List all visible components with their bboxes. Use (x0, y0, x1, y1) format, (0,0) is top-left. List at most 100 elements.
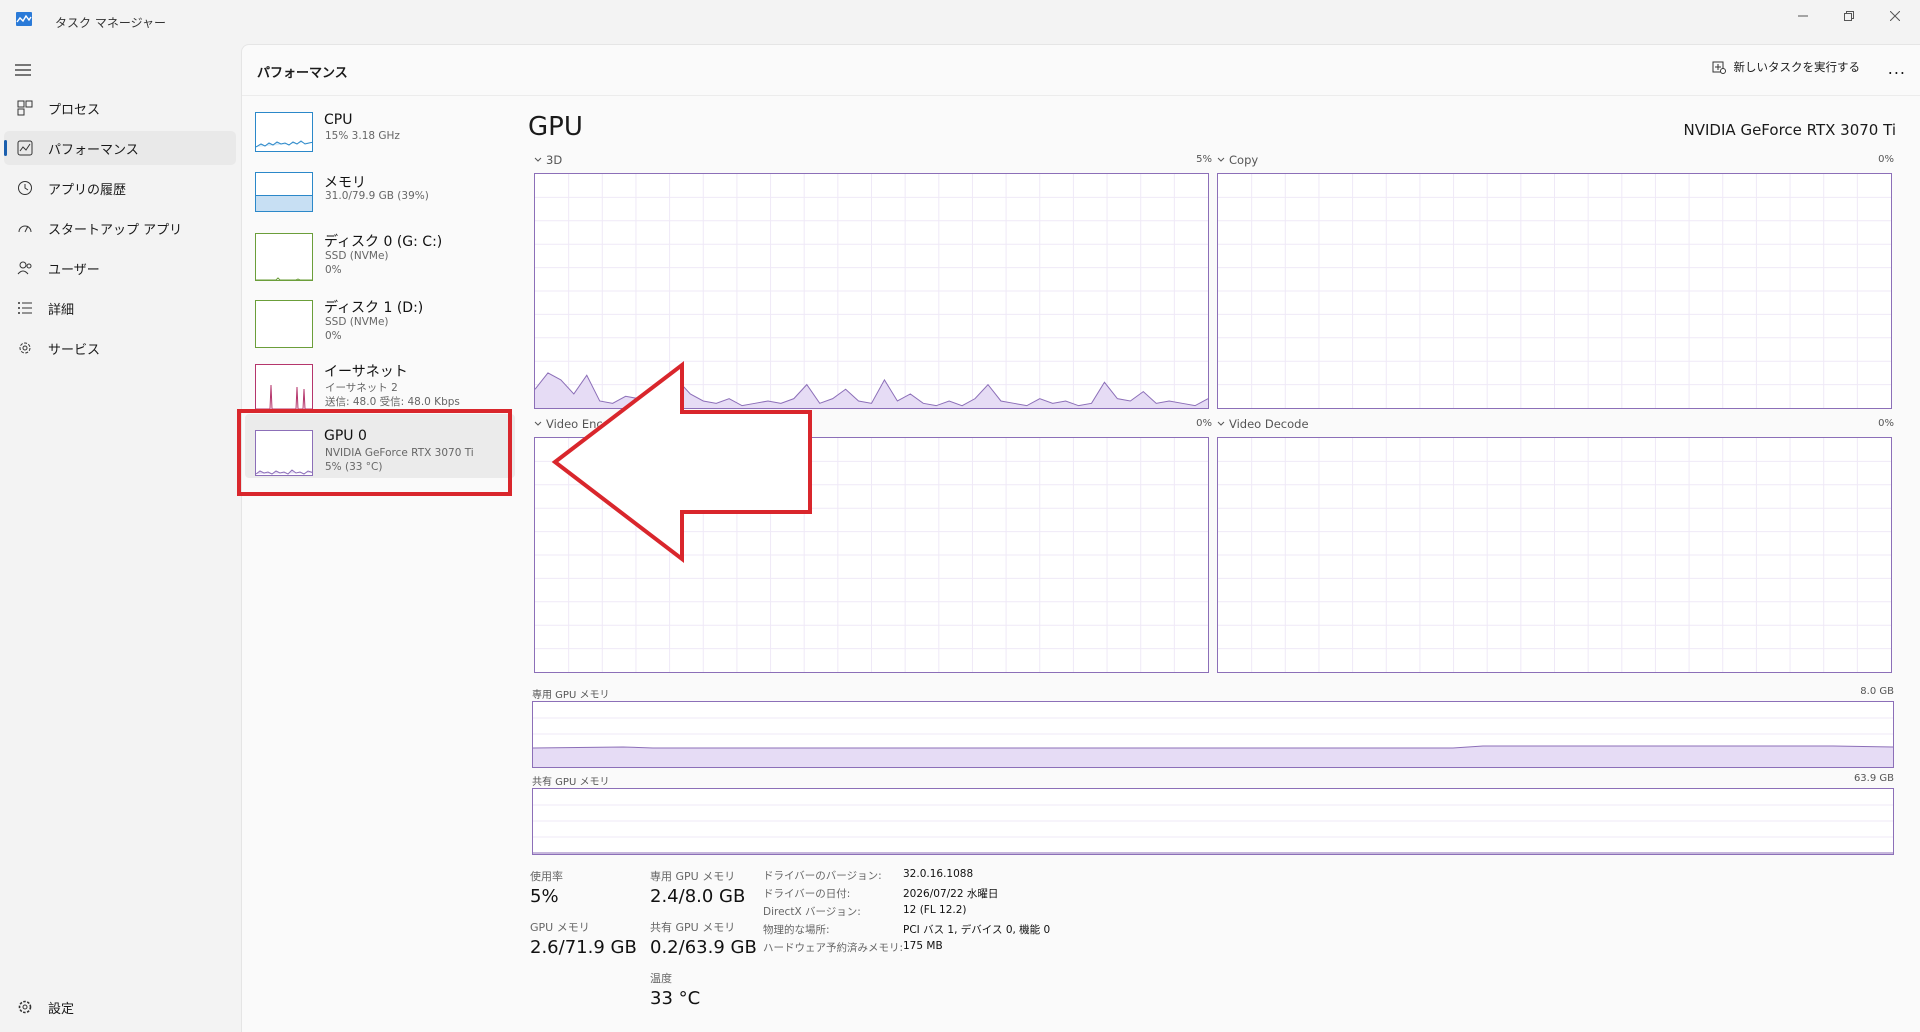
device-throughput: 送信: 48.0 受信: 48.0 Kbps (325, 396, 460, 408)
sidebar-item-label: サービス (48, 342, 101, 358)
device-usage: 0% (325, 264, 342, 276)
device-name: ディスク 0 (G: C:) (324, 234, 443, 250)
driver-date-value: 2026/07/22 水曜日 (903, 888, 999, 900)
startup-icon (16, 219, 34, 237)
driver-date-label: ドライバーの日付: (763, 888, 851, 900)
device-detail: SSD (NVMe) (325, 250, 389, 262)
engine-name: 3D (546, 153, 563, 167)
device-disk-0[interactable]: ディスク 0 (G: C:) SSD (NVMe) 0% (245, 226, 515, 286)
gpu-title: GPU (528, 112, 583, 142)
services-icon (16, 339, 34, 357)
disk1-thumbnail (255, 300, 313, 348)
close-button[interactable] (1872, 0, 1918, 32)
sidebar-item-startup[interactable]: スタートアップ アプリ (4, 211, 236, 245)
ethernet-thumbnail (255, 364, 313, 410)
sidebar-item-users[interactable]: ユーザー (4, 251, 236, 285)
shared-memory-max: 63.9 GB (1853, 773, 1894, 784)
sidebar-item-details[interactable]: 詳細 (4, 291, 236, 325)
sidebar-item-label: アプリの履歴 (48, 182, 127, 198)
sidebar-item-label: パフォーマンス (48, 142, 139, 158)
shared-memory-graph (532, 788, 1894, 855)
device-usage: 0% (325, 330, 342, 342)
physical-location-label: 物理的な場所: (763, 924, 830, 936)
task-manager-app-icon (16, 12, 32, 26)
directx-version-value: 12 (FL 12.2) (903, 904, 967, 916)
driver-version-label: ドライバーのバージョン: (763, 870, 882, 882)
restore-button[interactable] (1826, 0, 1872, 32)
sidebar-item-label: 設定 (48, 1001, 75, 1017)
device-ethernet[interactable]: イーサネット イーサネット 2 送信: 48.0 受信: 48.0 Kbps (245, 358, 515, 410)
annotation-arrow-icon (551, 360, 812, 564)
minimize-button[interactable] (1780, 0, 1826, 32)
dedicated-memory-stat-label: 専用 GPU メモリ (650, 870, 736, 883)
sidebar-item-services[interactable]: サービス (4, 331, 236, 365)
annotation-highlight-box (237, 409, 512, 496)
sidebar-item-settings[interactable]: 設定 (4, 990, 236, 1024)
performance-icon (16, 139, 34, 157)
sidebar-item-app-history[interactable]: アプリの履歴 (4, 171, 236, 205)
engine-video-encode-percent: 0% (1196, 418, 1212, 429)
engine-3d-percent: 5% (1196, 154, 1212, 165)
engine-video-decode-graph (1217, 437, 1892, 673)
device-name: メモリ (324, 175, 366, 191)
details-icon (16, 299, 34, 317)
device-name: ディスク 1 (D:) (324, 300, 424, 316)
device-cpu[interactable]: CPU 15% 3.18 GHz (245, 104, 515, 158)
title-bar: タスク マネージャー (0, 0, 1920, 44)
window-title: タスク マネージャー (55, 16, 166, 30)
sidebar-item-label: ユーザー (48, 262, 100, 278)
device-name: CPU (324, 112, 353, 128)
gpu-memory-stat-value: 2.6/71.9 GB (530, 937, 637, 958)
temperature-value: 33 °C (650, 988, 701, 1009)
dedicated-memory-graph (532, 701, 1894, 768)
chevron-down-icon (1217, 421, 1225, 426)
temperature-label: 温度 (650, 972, 672, 985)
disk0-thumbnail (255, 233, 313, 281)
shared-memory-plot (533, 804, 1893, 854)
gpu-model: NVIDIA GeForce RTX 3070 Ti (1683, 121, 1896, 139)
processes-icon (16, 99, 34, 117)
hamburger-menu-icon[interactable] (14, 61, 32, 79)
engine-name: Copy (1229, 153, 1259, 167)
shared-memory-stat-value: 0.2/63.9 GB (650, 937, 757, 958)
engine-video-decode-plot (1218, 438, 1891, 672)
run-task-label: 新しいタスクを実行する (1733, 60, 1861, 74)
device-detail: SSD (NVMe) (325, 316, 389, 328)
device-detail: 15% 3.18 GHz (325, 130, 400, 142)
dedicated-memory-plot (533, 717, 1893, 767)
reserved-memory-label: ハードウェア予約済みメモリ: (763, 942, 904, 954)
engine-video-decode-selector[interactable]: Video Decode (1217, 417, 1309, 431)
shared-memory-label: 共有 GPU メモリ (532, 777, 610, 788)
minimize-icon (1798, 15, 1808, 17)
dedicated-memory-label: 専用 GPU メモリ (532, 690, 610, 701)
engine-copy-percent: 0% (1878, 154, 1894, 165)
chevron-down-icon (534, 157, 542, 162)
device-disk-1[interactable]: ディスク 1 (D:) SSD (NVMe) 0% (245, 293, 515, 353)
history-icon (16, 179, 34, 197)
sidebar-item-label: スタートアップ アプリ (48, 222, 183, 238)
utilization-value: 5% (530, 886, 559, 907)
engine-3d-selector[interactable]: 3D (534, 153, 562, 167)
more-options-button[interactable]: ... (1888, 59, 1906, 78)
close-icon (1890, 11, 1900, 21)
engine-name: Video Decode (1229, 417, 1309, 431)
dedicated-memory-stat-value: 2.4/8.0 GB (650, 886, 746, 907)
gpu-memory-stat-label: GPU メモリ (530, 921, 590, 934)
device-memory[interactable]: メモリ 31.0/79.9 GB (39%) (245, 164, 515, 218)
device-name: イーサネット (324, 364, 408, 380)
run-task-icon (1712, 61, 1726, 74)
restore-icon (1844, 11, 1854, 21)
users-icon (16, 259, 34, 277)
sidebar-item-processes[interactable]: プロセス (4, 91, 236, 125)
engine-copy-plot (1218, 174, 1891, 408)
memory-thumbnail (255, 172, 313, 212)
device-detail: 31.0/79.9 GB (39%) (325, 190, 429, 202)
driver-version-value: 32.0.16.1088 (903, 868, 974, 880)
sidebar-item-performance[interactable]: パフォーマンス (4, 131, 236, 165)
shared-memory-stat-label: 共有 GPU メモリ (650, 921, 736, 934)
cpu-thumbnail (255, 112, 313, 152)
engine-video-decode-percent: 0% (1878, 418, 1894, 429)
run-new-task-button[interactable]: 新しいタスクを実行する (1712, 59, 1861, 75)
engine-copy-selector[interactable]: Copy (1217, 153, 1258, 167)
main-header: パフォーマンス 新しいタスクを実行する ... (242, 45, 1920, 96)
